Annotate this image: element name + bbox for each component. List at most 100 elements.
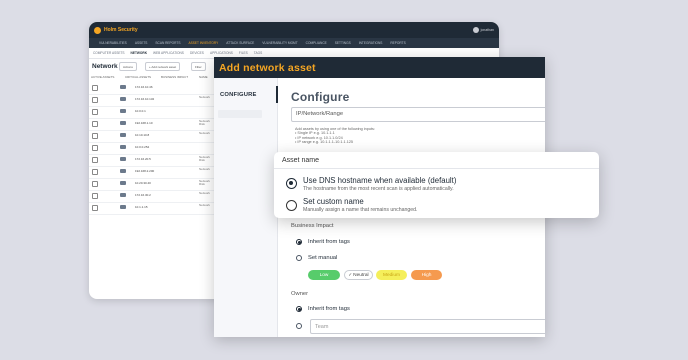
nav-item[interactable]: VULNERABILITY MGMT bbox=[262, 41, 297, 45]
row-checkbox[interactable] bbox=[92, 97, 98, 103]
nav-item[interactable]: INTEGRATIONS bbox=[359, 41, 383, 45]
nav-item[interactable]: ASSETS bbox=[135, 41, 148, 45]
avatar-icon bbox=[472, 27, 479, 33]
subnav-item[interactable]: DEVICES bbox=[190, 51, 204, 55]
add-network-asset-button[interactable]: + Add network asset bbox=[145, 62, 181, 71]
divider bbox=[274, 168, 599, 169]
subnav-item-active[interactable]: NETWORK bbox=[131, 51, 147, 55]
asset-name[interactable]: 192.168.2.200 bbox=[135, 169, 154, 173]
owner-team-radio[interactable] bbox=[296, 323, 302, 329]
column-header[interactable]: NAME bbox=[199, 75, 208, 79]
network-icon bbox=[120, 205, 126, 209]
logo-icon bbox=[94, 26, 101, 34]
page-title: Network bbox=[92, 63, 118, 70]
asset-name[interactable]: 172.16.30.2 bbox=[135, 193, 151, 197]
asset-tags: Network Risk bbox=[199, 119, 211, 127]
asset-tags: Network Risk bbox=[199, 179, 211, 187]
row-checkbox[interactable] bbox=[92, 205, 98, 211]
asset-tags: Network bbox=[199, 131, 211, 135]
nav-item[interactable]: SCAN REPORTS bbox=[155, 41, 180, 45]
dns-hostname-radio[interactable] bbox=[286, 178, 297, 189]
modal-header: Add network asset bbox=[214, 57, 545, 78]
network-icon bbox=[120, 169, 126, 173]
asset-name[interactable]: 172.16.10.46 bbox=[135, 85, 153, 89]
network-icon bbox=[120, 109, 126, 113]
actions-button[interactable]: Actions bbox=[119, 62, 137, 71]
asset-name[interactable]: 10.0.0.254 bbox=[135, 145, 149, 149]
row-checkbox[interactable] bbox=[92, 169, 98, 175]
column-header[interactable]: CRITICAL ASSETS bbox=[125, 75, 151, 79]
app-logo: Holm Security bbox=[104, 27, 138, 33]
network-icon bbox=[120, 85, 126, 89]
asset-tags: Network bbox=[199, 167, 211, 171]
asset-name[interactable]: 10.10.10.8 bbox=[135, 133, 149, 137]
dns-hostname-label[interactable]: Use DNS hostname when available (default… bbox=[303, 176, 456, 185]
asset-name[interactable]: 172.16.20.5 bbox=[135, 157, 151, 161]
help-line: • IP range e.g. 10.1.1.1-10.1.1.125 bbox=[295, 140, 354, 145]
impact-neutral-pill[interactable]: ✓ Neutral bbox=[344, 270, 373, 280]
business-impact-inherit-label[interactable]: Inherit from tags bbox=[308, 239, 350, 245]
impact-high-pill[interactable]: High bbox=[411, 270, 442, 280]
row-checkbox[interactable] bbox=[92, 145, 98, 151]
business-impact-manual-label[interactable]: Set manual bbox=[308, 255, 337, 261]
custom-name-radio[interactable] bbox=[286, 200, 297, 211]
subnav-item[interactable]: WEB APPLICATIONS bbox=[153, 51, 184, 55]
impact-medium-pill[interactable]: Medium bbox=[376, 270, 407, 280]
subnav-item[interactable]: TAGS bbox=[254, 51, 262, 55]
input-help-text: Add assets by using one of the following… bbox=[295, 127, 375, 145]
filter-button[interactable]: Filter bbox=[191, 62, 206, 71]
asset-name[interactable]: 10.1.1.15 bbox=[135, 205, 148, 209]
sidebar-placeholder bbox=[218, 110, 262, 118]
card-title: Asset name bbox=[282, 157, 319, 164]
row-checkbox[interactable] bbox=[92, 109, 98, 115]
subnav-item[interactable]: FILES bbox=[239, 51, 248, 55]
asset-name[interactable]: 192.168.1.10 bbox=[135, 121, 153, 125]
sidebar-item-configure[interactable]: CONFIGURE bbox=[220, 92, 257, 98]
main-nav: VULNERABILITIES ASSETS SCAN REPORTS ASSE… bbox=[89, 38, 499, 48]
nav-item[interactable]: REPORTS bbox=[390, 41, 405, 45]
network-icon bbox=[120, 193, 126, 197]
asset-name[interactable]: 10.0.0.1 bbox=[135, 109, 146, 113]
network-icon bbox=[120, 157, 126, 161]
asset-tags: Network bbox=[199, 191, 211, 195]
impact-neutral-label: Neutral bbox=[353, 272, 369, 278]
owner-inherit-label[interactable]: Inherit from tags bbox=[308, 306, 350, 312]
business-impact-inherit-radio[interactable] bbox=[296, 239, 302, 245]
row-checkbox[interactable] bbox=[92, 121, 98, 127]
row-checkbox[interactable] bbox=[92, 85, 98, 91]
check-icon: ✓ bbox=[348, 272, 353, 277]
user-menu[interactable]: jonathan bbox=[472, 27, 494, 33]
table-row[interactable]: 10.1.1.15 Network bbox=[89, 202, 214, 215]
owner-inherit-radio[interactable] bbox=[296, 306, 302, 312]
row-checkbox[interactable] bbox=[92, 133, 98, 139]
business-impact-manual-radio[interactable] bbox=[296, 255, 302, 261]
custom-name-label[interactable]: Set custom name bbox=[303, 197, 364, 206]
user-name: jonathan bbox=[480, 28, 494, 32]
section-heading: Configure bbox=[291, 90, 350, 104]
network-icon bbox=[120, 181, 126, 185]
table-header: ACTIVE ASSETS CRITICAL ASSETS BUSINESS I… bbox=[89, 74, 214, 80]
row-checkbox[interactable] bbox=[92, 193, 98, 199]
team-select[interactable]: Team bbox=[310, 319, 545, 334]
column-header[interactable]: BUSINESS IMPACT bbox=[161, 75, 188, 79]
business-impact-label: Business Impact bbox=[291, 223, 334, 229]
ip-network-range-input[interactable]: IP/Network/Range bbox=[291, 107, 545, 122]
impact-low-pill[interactable]: Low bbox=[308, 270, 340, 280]
network-icon bbox=[120, 145, 126, 149]
asset-name[interactable]: 10.20.30.40 bbox=[135, 181, 151, 185]
column-header[interactable]: ACTIVE ASSETS bbox=[91, 75, 114, 79]
custom-name-description: Manually assign a name that remains unch… bbox=[303, 207, 418, 213]
nav-item[interactable]: VULNERABILITIES bbox=[99, 41, 127, 45]
nav-item[interactable]: ATTACK SURFACE bbox=[226, 41, 254, 45]
row-checkbox[interactable] bbox=[92, 181, 98, 187]
subnav-item[interactable]: COMPUTER ASSETS bbox=[93, 51, 125, 55]
asset-name[interactable]: 172.16.10.132 bbox=[135, 97, 154, 101]
row-checkbox[interactable] bbox=[92, 157, 98, 163]
nav-item-active[interactable]: ASSET INVENTORY bbox=[188, 41, 218, 45]
nav-item[interactable]: SETTINGS bbox=[335, 41, 351, 45]
asset-tags: Network bbox=[199, 95, 211, 99]
subnav-item[interactable]: APPLICATIONS bbox=[210, 51, 233, 55]
nav-item[interactable]: COMPLIANCE bbox=[306, 41, 327, 45]
network-icon bbox=[120, 133, 126, 137]
modal-sidebar: CONFIGURE bbox=[214, 78, 278, 337]
